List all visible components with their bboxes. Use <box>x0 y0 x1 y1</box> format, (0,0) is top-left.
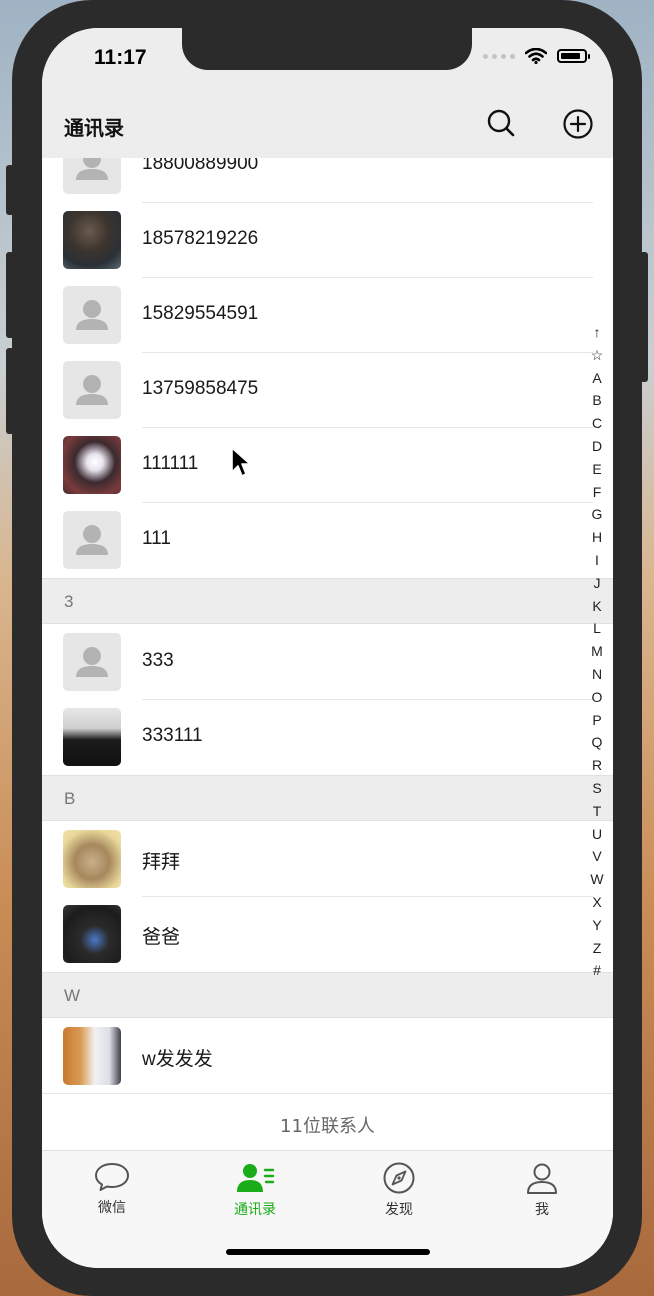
tab-contacts[interactable]: 通讯录 <box>195 1161 315 1221</box>
index-letter[interactable]: # <box>587 959 607 982</box>
navigation-bar: 通讯录 <box>42 100 613 159</box>
compass-icon <box>383 1162 415 1194</box>
phone-screen: 11:17 通讯录 18800889900 18578219226 158295… <box>42 28 613 1268</box>
contact-row[interactable]: 18578219226 <box>42 203 613 278</box>
notch <box>182 28 472 70</box>
index-letter[interactable]: X <box>587 891 607 914</box>
contact-photo <box>63 905 121 963</box>
contact-name: 18578219226 <box>142 228 259 249</box>
index-letter[interactable]: R <box>587 754 607 777</box>
index-letter[interactable]: Q <box>587 731 607 754</box>
index-letter[interactable]: K <box>587 595 607 618</box>
contact-count-footer: 11位联系人 <box>42 1094 613 1150</box>
signal-dots-icon <box>483 53 515 59</box>
index-letter[interactable]: ☆ <box>587 344 607 367</box>
tab-me[interactable]: 我 <box>482 1161 602 1221</box>
mouse-cursor-icon <box>231 447 251 477</box>
index-letter[interactable]: M <box>587 640 607 663</box>
index-letter[interactable]: Y <box>587 914 607 937</box>
tab-label: 发现 <box>385 1202 413 1218</box>
index-letter[interactable]: E <box>587 458 607 481</box>
contact-row[interactable]: 13759858475 <box>42 353 613 428</box>
index-letter[interactable]: P <box>587 709 607 732</box>
search-icon[interactable] <box>486 108 516 138</box>
contact-photo <box>63 436 121 494</box>
contact-row[interactable]: 333 <box>42 625 613 700</box>
status-bar: 11:17 <box>42 28 613 100</box>
index-letter[interactable]: Z <box>587 937 607 960</box>
contact-photo <box>63 708 121 766</box>
default-avatar-icon <box>63 361 121 419</box>
chat-bubble-icon <box>95 1163 129 1191</box>
contacts-icon <box>237 1164 275 1192</box>
tab-label: 微信 <box>98 1200 126 1216</box>
section-letter: W <box>64 986 81 1005</box>
index-letter[interactable]: U <box>587 823 607 846</box>
default-avatar-icon <box>63 633 121 691</box>
contact-row[interactable]: 15829554591 <box>42 278 613 353</box>
contact-photo <box>63 211 121 269</box>
contact-row[interactable]: 333111 <box>42 700 613 775</box>
contact-name: 15829554591 <box>142 303 259 324</box>
default-avatar-icon <box>63 286 121 344</box>
index-letter[interactable]: F <box>587 481 607 504</box>
contact-name: 13759858475 <box>142 378 259 399</box>
home-indicator <box>226 1249 430 1255</box>
default-avatar-icon <box>63 511 121 569</box>
default-avatar-icon <box>63 158 121 194</box>
status-icons <box>483 48 590 64</box>
contact-name: 333 <box>142 650 174 671</box>
section-header: B <box>42 775 613 821</box>
index-letter[interactable]: J <box>587 572 607 595</box>
contact-count: 11位联系人 <box>280 1116 375 1137</box>
index-letter[interactable]: L <box>587 617 607 640</box>
contact-name: 111 <box>142 528 171 549</box>
add-circle-icon[interactable] <box>562 108 594 140</box>
section-letter: B <box>64 789 76 808</box>
status-time: 11:17 <box>94 46 147 69</box>
contact-name: 爸爸 <box>142 927 181 948</box>
index-letter[interactable]: C <box>587 412 607 435</box>
contact-name: 拜拜 <box>142 852 181 873</box>
index-letter[interactable]: D <box>587 435 607 458</box>
contact-list[interactable]: 18800889900 18578219226 15829554591 1375… <box>42 158 613 1150</box>
index-letter[interactable]: B <box>587 389 607 412</box>
battery-icon <box>557 49 590 63</box>
contact-name: w发发发 <box>142 1049 213 1070</box>
index-letter[interactable]: G <box>587 503 607 526</box>
contact-row[interactable]: 111 <box>42 503 613 578</box>
tab-label: 通讯录 <box>234 1202 276 1218</box>
contact-row[interactable]: w发发发 <box>42 1019 613 1094</box>
section-header: 3 <box>42 578 613 624</box>
index-letter[interactable]: N <box>587 663 607 686</box>
page-title: 通讯录 <box>64 116 124 140</box>
section-header: W <box>42 972 613 1018</box>
alphabet-index-bar[interactable]: ↑ ☆ A B C D E F G H I J K L M N O P Q R S T U V W X Y Z # <box>587 321 607 982</box>
contact-row[interactable]: 18800889900 <box>42 158 613 203</box>
contact-name: 18800889900 <box>142 158 259 174</box>
index-letter[interactable]: A <box>587 367 607 390</box>
person-icon <box>527 1163 557 1194</box>
contact-photo <box>63 830 121 888</box>
tab-chats[interactable]: 微信 <box>52 1161 172 1221</box>
tab-label: 我 <box>535 1202 549 1218</box>
index-letter[interactable]: T <box>587 800 607 823</box>
index-letter[interactable]: V <box>587 845 607 868</box>
index-letter[interactable]: O <box>587 686 607 709</box>
wifi-icon <box>525 48 547 64</box>
index-letter[interactable]: I <box>587 549 607 572</box>
index-letter[interactable]: W <box>587 868 607 891</box>
contact-row[interactable]: 拜拜 <box>42 822 613 897</box>
contact-photo <box>63 1027 121 1085</box>
contact-row[interactable]: 111111 <box>42 428 613 503</box>
index-letter[interactable]: ↑ <box>587 321 607 344</box>
contact-name: 111111 <box>142 453 199 474</box>
index-letter[interactable]: H <box>587 526 607 549</box>
tab-discover[interactable]: 发现 <box>339 1161 459 1221</box>
index-letter[interactable]: S <box>587 777 607 800</box>
section-letter: 3 <box>64 592 74 611</box>
contact-name: 333111 <box>142 725 203 746</box>
contact-row[interactable]: 爸爸 <box>42 897 613 972</box>
